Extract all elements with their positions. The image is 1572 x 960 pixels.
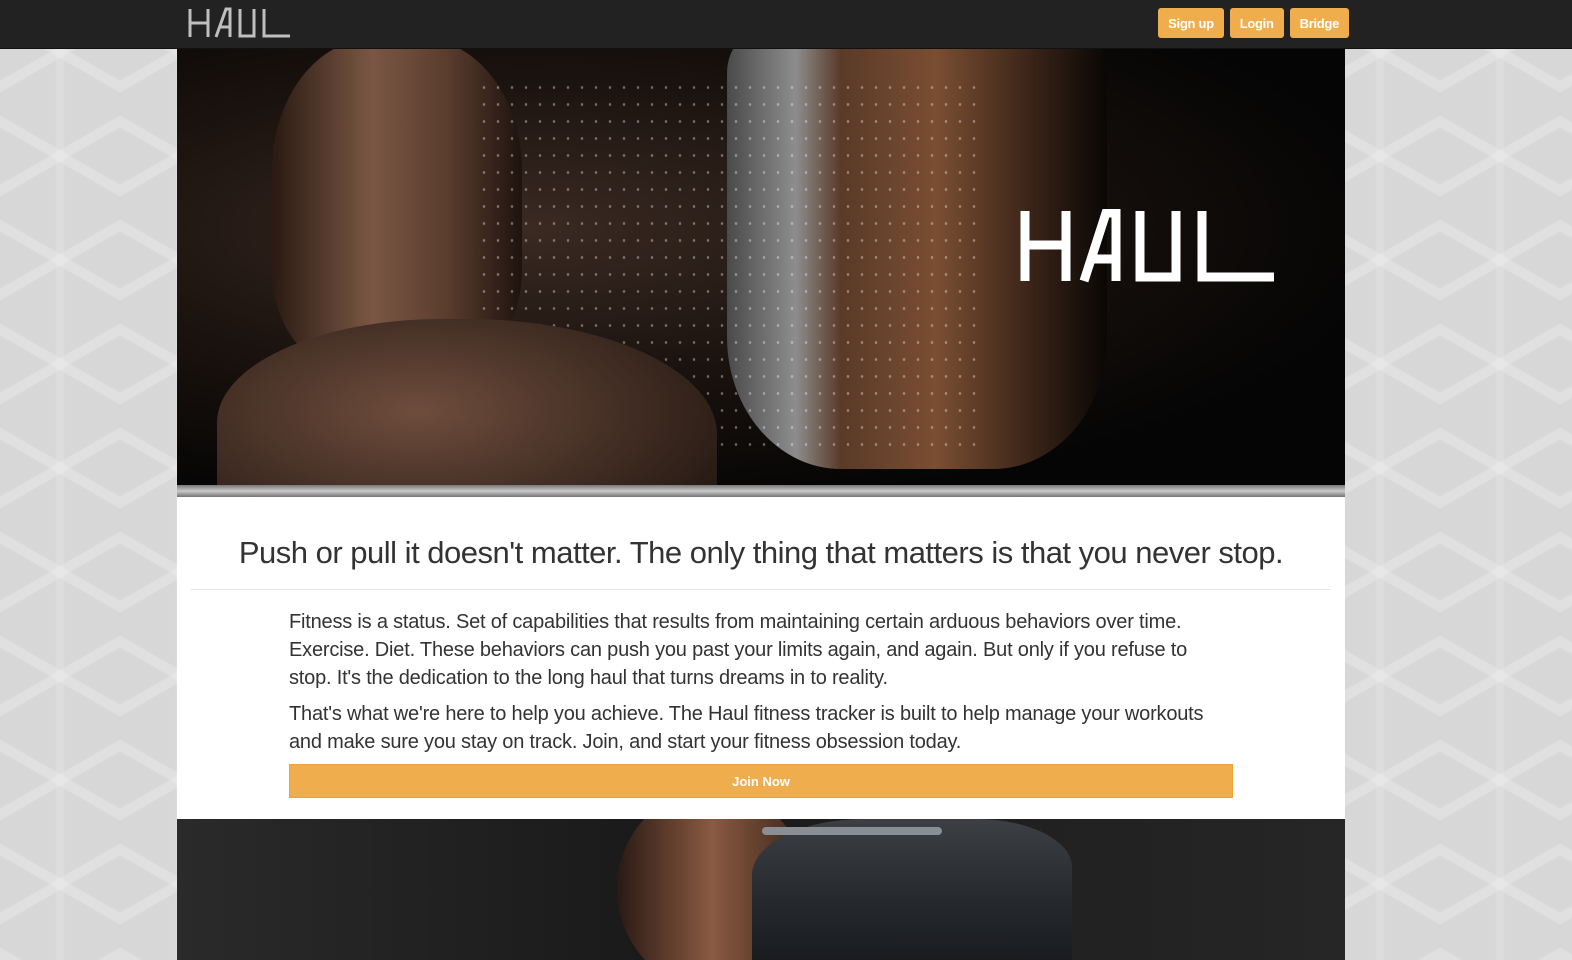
nav-button-group: Sign up Login Bridge: [1158, 8, 1349, 38]
intro-paragraph: Fitness is a status. Set of capabilities…: [289, 611, 1188, 689]
hero-image-barbell-grip: [177, 49, 1345, 497]
hero-barbell: [177, 485, 1345, 497]
divider: [191, 589, 1331, 590]
intro-paragraph: That's what we're here to help you achie…: [289, 703, 1204, 753]
intro-headline: Push or pull it doesn't matter. The only…: [238, 535, 1284, 570]
intro-copy: Fitness is a status. Set of capabilities…: [289, 608, 1233, 756]
main-container: Push or pull it doesn't matter. The only…: [177, 49, 1345, 960]
hero2-shorts-cuff: [762, 827, 942, 835]
login-button[interactable]: Login: [1229, 8, 1284, 38]
join-now-button[interactable]: Join Now: [289, 764, 1233, 798]
bridge-button[interactable]: Bridge: [1289, 8, 1349, 38]
secondary-hero-image: [177, 819, 1345, 960]
intro-section: Push or pull it doesn't matter. The only…: [177, 497, 1345, 819]
haul-logo[interactable]: [188, 7, 292, 39]
top-navbar: Sign up Login Bridge: [0, 0, 1572, 49]
signup-button[interactable]: Sign up: [1158, 8, 1224, 38]
hero-haul-logo: [1020, 209, 1274, 283]
hero2-shorts: [752, 819, 1072, 960]
